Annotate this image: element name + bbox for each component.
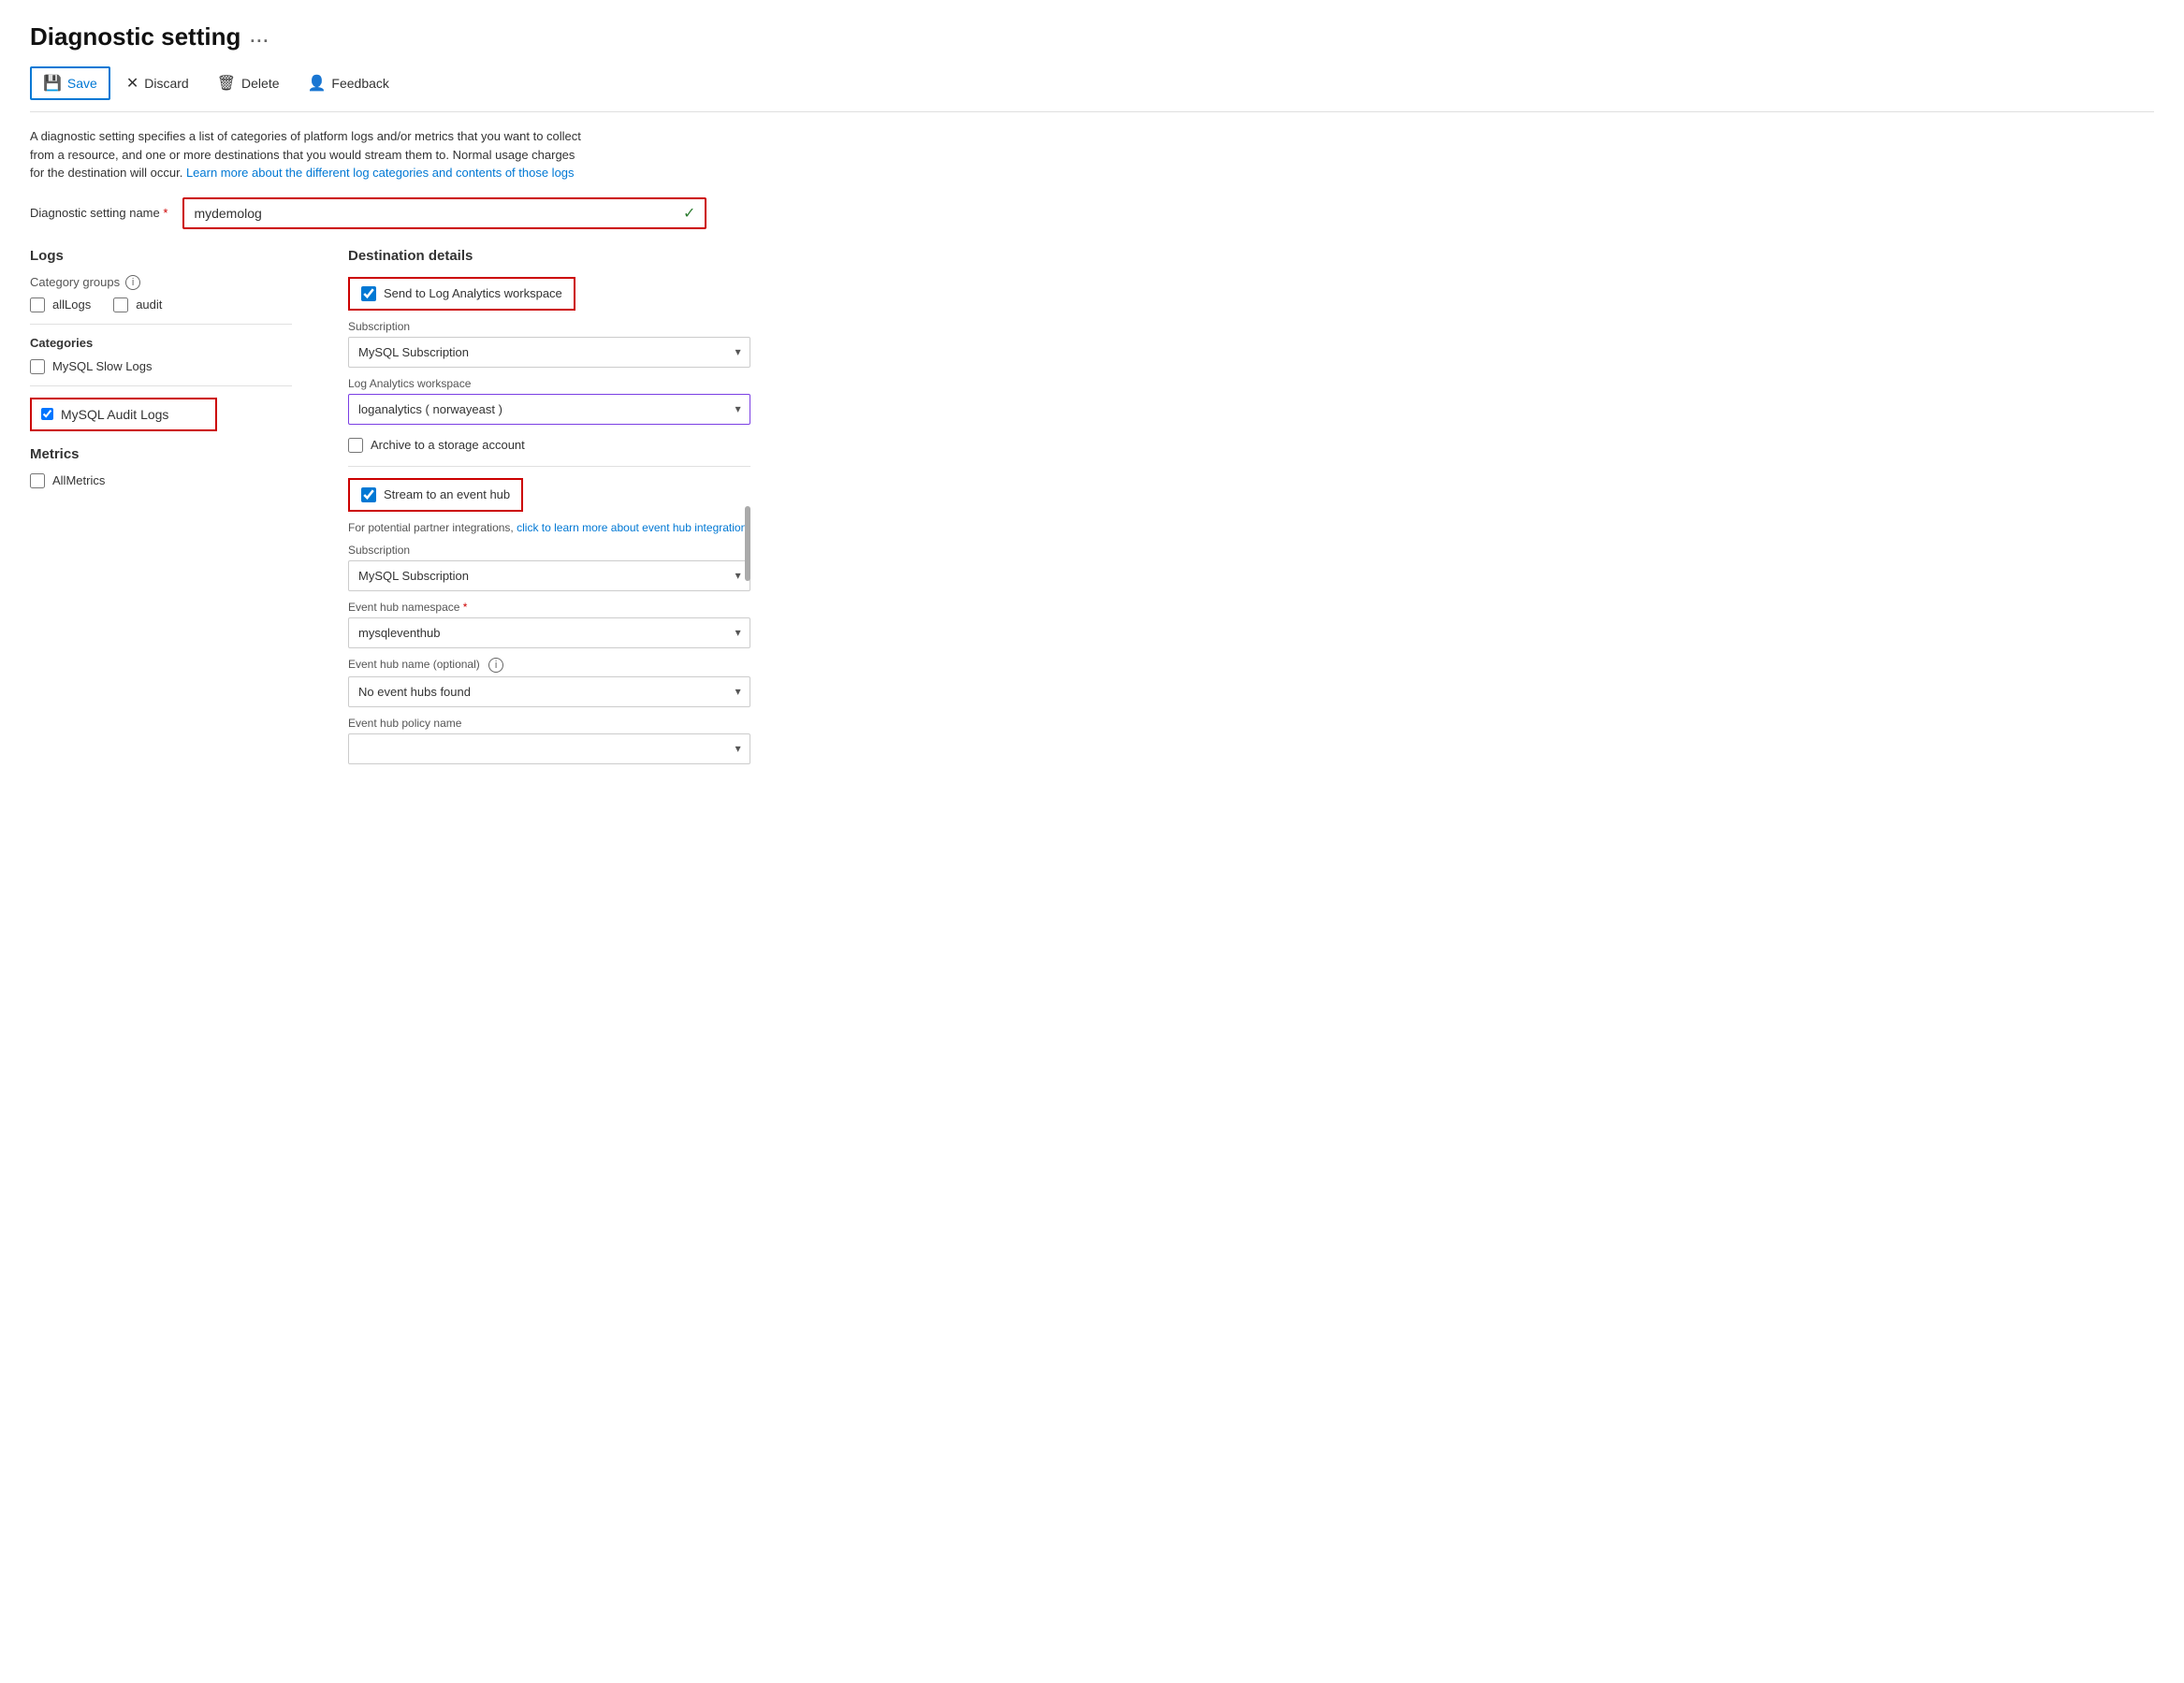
logs-section-title: Logs: [30, 248, 292, 264]
discard-button[interactable]: ✕ Discard: [114, 67, 201, 99]
metrics-title: Metrics: [30, 446, 292, 462]
allLogs-label: allLogs: [52, 297, 91, 312]
main-content: Logs Category groups i allLogs audit Cat…: [30, 248, 2154, 764]
eh-name-select-wrap: No event hubs found ▾: [348, 676, 750, 707]
eh-name-info-icon[interactable]: i: [488, 658, 503, 673]
category-groups-checkboxes: allLogs audit: [30, 297, 292, 312]
allmetrics-item[interactable]: AllMetrics: [30, 473, 292, 488]
eh-namespace-select[interactable]: mysqleventhub: [348, 617, 750, 648]
page-menu-dots[interactable]: ...: [250, 27, 269, 47]
event-hub-label: Stream to an event hub: [384, 487, 510, 501]
eh-namespace-select-wrap: mysqleventhub ▾: [348, 617, 750, 648]
eh-namespace-label: Event hub namespace *: [348, 601, 750, 614]
mysql-slow-logs-checkbox[interactable]: [30, 359, 45, 374]
eh-policy-label: Event hub policy name: [348, 717, 750, 730]
discard-icon: ✕: [126, 74, 138, 93]
metrics-section: Metrics AllMetrics: [30, 446, 292, 488]
save-icon: 💾: [43, 74, 62, 93]
eh-policy-select-wrap: ▾: [348, 733, 750, 764]
mysql-audit-logs-label: MySQL Audit Logs: [61, 407, 168, 422]
allmetrics-checkbox[interactable]: [30, 473, 45, 488]
archive-checkbox[interactable]: [348, 438, 363, 453]
categories-section: Categories MySQL Slow Logs MySQL Audit L…: [30, 336, 292, 431]
log-analytics-checkbox[interactable]: [361, 286, 376, 301]
eh-namespace-required: *: [463, 601, 468, 614]
destination-title: Destination details: [348, 248, 750, 264]
la-workspace-select[interactable]: loganalytics ( norwayeast ): [348, 394, 750, 425]
allmetrics-label: AllMetrics: [52, 473, 105, 487]
scrollbar[interactable]: [745, 506, 750, 581]
feedback-icon: 👤: [308, 74, 327, 93]
check-icon: ✓: [683, 204, 705, 223]
log-analytics-label: Send to Log Analytics workspace: [384, 286, 562, 300]
mysql-slow-logs-label: MySQL Slow Logs: [52, 359, 152, 373]
eh-subscription-select-wrap: MySQL Subscription ▾: [348, 560, 750, 591]
feedback-label: Feedback: [331, 76, 388, 91]
setting-name-label: Diagnostic setting name *: [30, 206, 167, 220]
audit-checkbox-item[interactable]: audit: [113, 297, 162, 312]
mysql-audit-logs-checkbox[interactable]: [41, 408, 53, 420]
page-title: Diagnostic setting: [30, 22, 240, 51]
setting-name-input[interactable]: [184, 199, 683, 227]
required-star: *: [163, 206, 167, 220]
discard-label: Discard: [144, 76, 188, 91]
log-analytics-option: Send to Log Analytics workspace: [348, 277, 575, 311]
learn-more-link[interactable]: Learn more about the different log categ…: [186, 166, 575, 180]
save-button[interactable]: 💾 Save: [30, 66, 110, 100]
mysql-slow-logs-item[interactable]: MySQL Slow Logs: [30, 359, 292, 374]
eh-subscription-select[interactable]: MySQL Subscription: [348, 560, 750, 591]
setting-name-row: Diagnostic setting name * ✓: [30, 197, 2154, 229]
divider-1: [30, 324, 292, 325]
divider-2: [30, 385, 292, 386]
eh-name-label: Event hub name (optional) i: [348, 658, 750, 673]
categories-title: Categories: [30, 336, 292, 350]
delete-button[interactable]: 🗑 Delete: [205, 67, 292, 99]
mysql-audit-logs-item: MySQL Audit Logs: [30, 398, 217, 431]
feedback-button[interactable]: 👤 Feedback: [296, 67, 401, 99]
right-panel: Destination details Send to Log Analytic…: [348, 248, 750, 764]
la-subscription-select-wrap: MySQL Subscription ▾: [348, 337, 750, 368]
allLogs-checkbox-item[interactable]: allLogs: [30, 297, 91, 312]
toolbar: 💾 Save ✕ Discard 🗑 Delete 👤 Feedback: [30, 66, 2154, 112]
setting-name-input-wrap: ✓: [182, 197, 706, 229]
la-workspace-label: Log Analytics workspace: [348, 377, 750, 390]
event-hub-checkbox[interactable]: [361, 487, 376, 502]
description-text: A diagnostic setting specifies a list of…: [30, 127, 591, 182]
left-panel: Logs Category groups i allLogs audit Cat…: [30, 248, 292, 764]
partner-link[interactable]: click to learn more about event hub inte…: [517, 521, 750, 534]
partner-text: For potential partner integrations, clic…: [348, 521, 750, 534]
eh-policy-select[interactable]: [348, 733, 750, 764]
archive-option: Archive to a storage account: [348, 438, 750, 453]
audit-checkbox[interactable]: [113, 297, 128, 312]
eh-subscription-label: Subscription: [348, 544, 750, 557]
right-panel-container: Destination details Send to Log Analytic…: [348, 248, 750, 764]
delete-icon: 🗑: [217, 74, 236, 93]
divider-3: [348, 466, 750, 467]
la-subscription-select[interactable]: MySQL Subscription: [348, 337, 750, 368]
eh-name-select[interactable]: No event hubs found: [348, 676, 750, 707]
event-hub-option: Stream to an event hub: [348, 478, 523, 512]
audit-label: audit: [136, 297, 162, 312]
category-groups-info-icon[interactable]: i: [125, 275, 140, 290]
save-label: Save: [67, 76, 97, 91]
allLogs-checkbox[interactable]: [30, 297, 45, 312]
delete-label: Delete: [241, 76, 279, 91]
la-workspace-select-wrap: loganalytics ( norwayeast ) ▾: [348, 394, 750, 425]
la-subscription-label: Subscription: [348, 320, 750, 333]
category-groups-label: Category groups i: [30, 275, 292, 290]
archive-label: Archive to a storage account: [371, 438, 525, 452]
